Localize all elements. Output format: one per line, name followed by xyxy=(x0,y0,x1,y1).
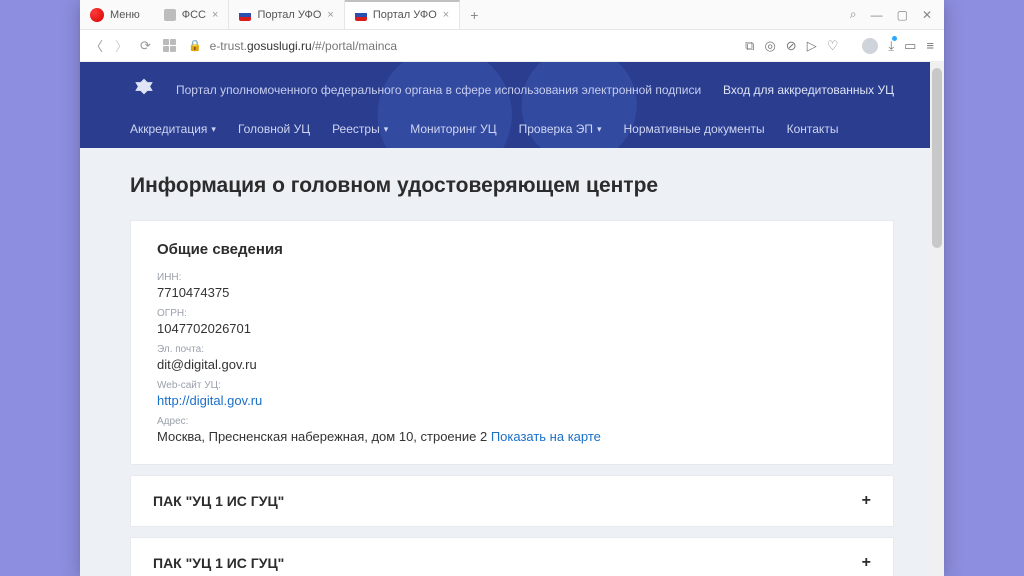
page-title: Информация о головном удостоверяющем цен… xyxy=(130,174,894,198)
accordion-pak-2[interactable]: ПАК "УЦ 1 ИС ГУЦ" + xyxy=(130,537,894,576)
url-path: /#/portal/mainca xyxy=(312,39,397,53)
forward-icon[interactable]: 〉 xyxy=(115,36,128,55)
tab-title: ФСС xyxy=(182,9,206,21)
heart-icon[interactable]: ♡ xyxy=(827,38,839,54)
nav-monitoring[interactable]: Мониторинг УЦ xyxy=(410,122,496,136)
close-window-icon[interactable]: ✕ xyxy=(922,8,932,22)
page-body: Информация о головном удостоверяющем цен… xyxy=(80,148,944,576)
page-viewport: Портал уполномоченного федерального орга… xyxy=(80,62,944,576)
ogrn-value: 1047702026701 xyxy=(157,321,867,336)
opera-logo-icon xyxy=(90,8,104,22)
accordion-label: ПАК "УЦ 1 ИС ГУЦ" xyxy=(153,555,284,571)
chevron-down-icon: ▾ xyxy=(597,124,602,135)
general-info-card: Общие сведения ИНН: 7710474375 ОГРН: 104… xyxy=(130,220,894,465)
tab-portal-1[interactable]: Портал УФО × xyxy=(229,0,344,29)
scrollbar-thumb[interactable] xyxy=(932,68,942,248)
tab-fss[interactable]: ФСС × xyxy=(154,0,230,29)
nav-normative[interactable]: Нормативные документы xyxy=(624,122,765,136)
close-icon[interactable]: × xyxy=(443,9,449,21)
search-icon[interactable]: ⌕ xyxy=(850,7,857,22)
maximize-icon[interactable]: ▢ xyxy=(897,8,908,22)
primary-nav: Аккредитация▾ Головной УЦ Реестры▾ Монит… xyxy=(130,122,894,136)
nav-registries[interactable]: Реестры▾ xyxy=(332,122,388,136)
nav-contacts[interactable]: Контакты xyxy=(787,122,839,136)
snapshot-icon[interactable]: ⧉ xyxy=(745,38,754,54)
inn-value: 7710474375 xyxy=(157,285,867,300)
site-label: Web-сайт УЦ: xyxy=(157,380,867,391)
speed-dial-icon[interactable] xyxy=(163,39,176,52)
accordion-label: ПАК "УЦ 1 ИС ГУЦ" xyxy=(153,493,284,509)
scrollbar[interactable] xyxy=(930,62,944,576)
favicon-icon xyxy=(239,9,251,21)
sidebar-toggle-icon[interactable]: ≡ xyxy=(926,38,934,53)
email-value: dit@digital.gov.ru xyxy=(157,357,867,372)
ogrn-label: ОГРН: xyxy=(157,308,867,319)
nav-head-uc[interactable]: Головной УЦ xyxy=(238,122,310,136)
show-on-map-link[interactable]: Показать на карте xyxy=(491,429,601,444)
tab-title: Портал УФО xyxy=(373,9,437,21)
address-label: Адрес: xyxy=(157,416,867,427)
favicon-icon xyxy=(164,9,176,21)
menu-button[interactable]: Меню xyxy=(110,9,140,21)
nav-accreditation[interactable]: Аккредитация▾ xyxy=(130,122,216,136)
url-host: gosuslugi.ru xyxy=(247,39,312,53)
inn-label: ИНН: xyxy=(157,272,867,283)
close-icon[interactable]: × xyxy=(212,9,218,21)
site-title: Портал уполномоченного федерального орга… xyxy=(176,83,705,97)
downloads-icon[interactable]: ⤓ xyxy=(888,38,894,54)
close-icon[interactable]: × xyxy=(327,9,333,21)
address-value: Москва, Пресненская набережная, дом 10, … xyxy=(157,429,867,444)
profile-avatar-icon[interactable] xyxy=(862,38,878,54)
chevron-down-icon: ▾ xyxy=(211,124,216,135)
email-label: Эл. почта: xyxy=(157,344,867,355)
reload-icon[interactable]: ⟳ xyxy=(140,38,151,54)
lock-icon: 🔒 xyxy=(188,39,202,52)
nav-check-ep[interactable]: Проверка ЭП▾ xyxy=(519,122,602,136)
battery-icon[interactable]: ▭ xyxy=(904,38,916,54)
minimize-icon[interactable]: ― xyxy=(871,8,883,22)
address-bar: 〈 〉 ⟳ 🔒 e-trust.gosuslugi.ru/#/portal/ma… xyxy=(80,30,944,62)
chevron-down-icon: ▾ xyxy=(384,124,389,135)
emblem-icon xyxy=(130,76,158,104)
titlebar: Меню ФСС × Портал УФО × Портал УФО × + ⌕… xyxy=(80,0,944,30)
browser-window: Меню ФСС × Портал УФО × Портал УФО × + ⌕… xyxy=(80,0,944,576)
url-prefix: e-trust. xyxy=(210,39,247,53)
back-icon[interactable]: 〈 xyxy=(90,36,103,55)
toolbar-icons: ⧉ ◎ ⊘ ▷ ♡ ⤓ ▭ ≡ xyxy=(745,38,934,54)
site-link[interactable]: http://digital.gov.ru xyxy=(157,393,867,408)
favicon-icon xyxy=(355,9,367,21)
tab-title: Портал УФО xyxy=(257,9,321,21)
site-header: Портал уполномоченного федерального орга… xyxy=(80,62,944,148)
new-tab-button[interactable]: + xyxy=(460,7,488,23)
accordion-pak-1[interactable]: ПАК "УЦ 1 ИС ГУЦ" + xyxy=(130,475,894,527)
play-icon[interactable]: ▷ xyxy=(807,38,817,54)
url-field[interactable]: 🔒 e-trust.gosuslugi.ru/#/portal/mainca xyxy=(188,39,733,53)
login-link[interactable]: Вход для аккредитованных УЦ xyxy=(723,83,894,97)
adblock-icon[interactable]: ⊘ xyxy=(786,38,797,54)
general-heading: Общие сведения xyxy=(157,241,867,258)
expand-icon: + xyxy=(862,554,871,572)
window-controls: ⌕ ― ▢ ✕ xyxy=(838,7,944,22)
camera-icon[interactable]: ◎ xyxy=(764,38,775,54)
tab-portal-2[interactable]: Портал УФО × xyxy=(345,0,460,29)
expand-icon: + xyxy=(862,492,871,510)
